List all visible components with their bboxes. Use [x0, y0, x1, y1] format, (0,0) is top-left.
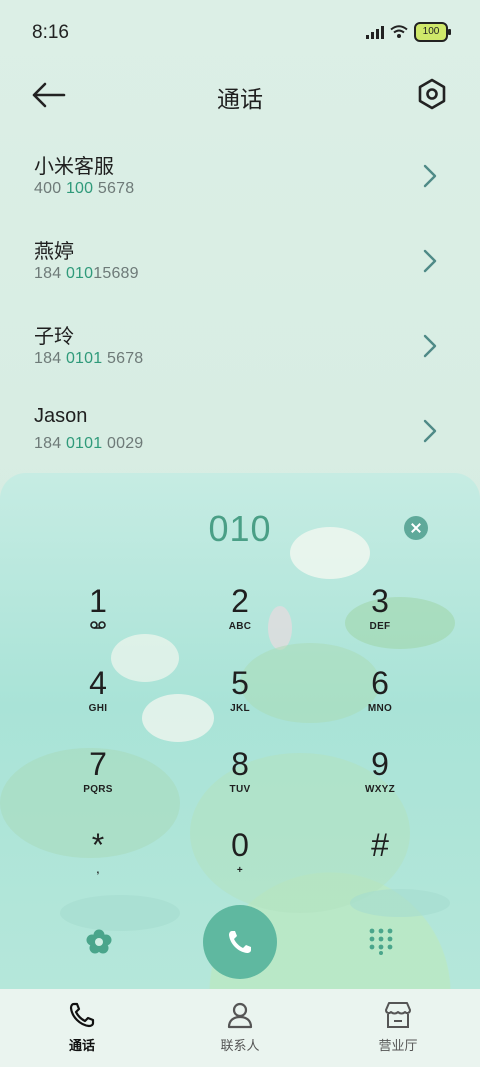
key-6[interactable]: 6 MNO [330, 665, 430, 735]
contact-name: 子玲 [34, 326, 74, 348]
store-icon [385, 1002, 411, 1028]
person-icon [227, 1002, 253, 1029]
key-2[interactable]: 2 ABC [190, 583, 290, 653]
contact-row[interactable]: 燕婷 184 01015689 [0, 225, 480, 310]
signal-icon [366, 25, 384, 39]
key-1[interactable]: 1 [48, 583, 148, 653]
tab-label: 联系人 [220, 1038, 260, 1053]
key-7[interactable]: 7 PQRS [48, 746, 148, 816]
tab-store[interactable]: 营业厅 [348, 999, 448, 1054]
status-bar: 8:16 100 [0, 0, 480, 60]
contact-row[interactable]: 子玲 184 0101 5678 [0, 310, 480, 395]
contact-name: Jason [34, 405, 88, 427]
tab-calls[interactable]: 通话 [32, 999, 132, 1054]
key-5[interactable]: 5 JKL [190, 665, 290, 735]
chevron-right-icon[interactable] [420, 417, 440, 445]
status-time: 8:16 [32, 22, 69, 43]
contact-number: 184 0101 5678 [34, 350, 144, 367]
dialer-actions [0, 903, 480, 983]
key-hash[interactable]: # [330, 827, 430, 897]
voicemail-icon [90, 621, 106, 629]
status-icons: 100 [366, 22, 451, 42]
contact-number: 400 100 5678 [34, 180, 135, 197]
dialpad-toggle-icon[interactable] [367, 927, 395, 955]
key-8[interactable]: 8 TUV [190, 746, 290, 816]
page-title: 通话 [217, 86, 263, 112]
call-button[interactable] [203, 905, 277, 979]
key-4[interactable]: 4 GHI [48, 665, 148, 735]
chevron-right-icon[interactable] [420, 247, 440, 275]
contact-row[interactable]: 小米客服 400 100 5678 [0, 140, 480, 225]
tab-contacts[interactable]: 联系人 [190, 999, 290, 1054]
contact-name: 小米客服 [34, 156, 114, 178]
wifi-icon [390, 25, 408, 38]
contact-name: 燕婷 [34, 241, 74, 263]
tab-label: 营业厅 [378, 1038, 418, 1053]
dialer-panel: 010 1 2 ABC 3 DEF 4 GHI 5 JKL 6 MNO 7 PQRS 8 TU… [0, 473, 480, 989]
settings-icon[interactable] [414, 76, 450, 112]
phone-icon [69, 1002, 95, 1028]
chevron-right-icon[interactable] [420, 162, 440, 190]
contact-number: 184 0101 0029 [34, 435, 144, 452]
key-9[interactable]: 9 WXYZ [330, 746, 430, 816]
contact-row[interactable]: Jason 184 0101 0029 [0, 395, 480, 480]
theme-flower-icon[interactable] [86, 929, 112, 955]
contact-list: 小米客服 400 100 5678 燕婷 184 01015689 子玲 184… [0, 140, 480, 480]
chevron-right-icon[interactable] [420, 332, 440, 360]
bottom-tab-bar: 通话 联系人 营业厅 [0, 989, 480, 1067]
battery-indicator: 100 [414, 22, 451, 42]
contact-number: 184 01015689 [34, 265, 139, 282]
clear-input-button[interactable] [404, 516, 428, 540]
key-star[interactable]: *, [48, 827, 148, 897]
phone-icon [229, 931, 251, 953]
key-3[interactable]: 3 DEF [330, 583, 430, 653]
app-header: 通话 [0, 70, 480, 120]
key-0[interactable]: 0 + [190, 827, 290, 897]
tab-label: 通话 [68, 1038, 95, 1053]
